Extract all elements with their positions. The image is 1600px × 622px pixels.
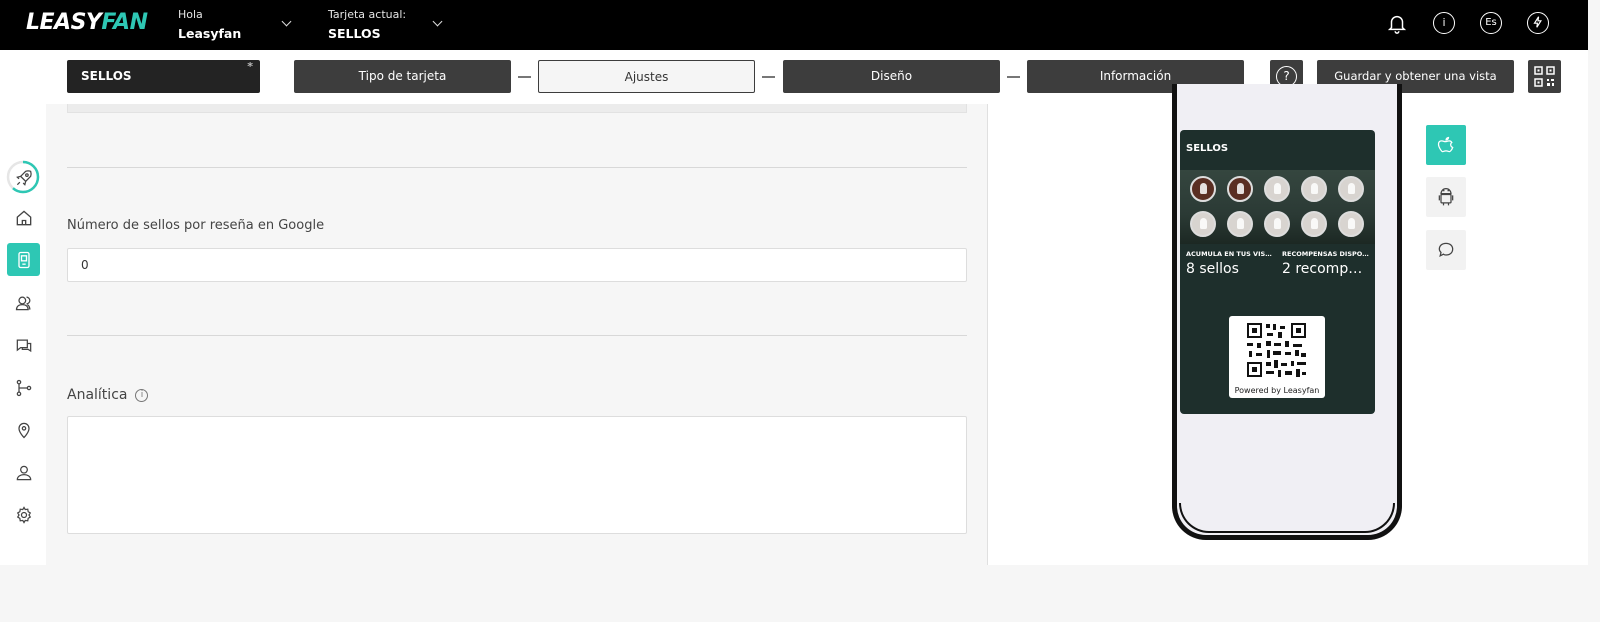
stamp-slot — [1264, 211, 1290, 237]
sidebar — [0, 104, 46, 565]
info-icon[interactable]: i — [1433, 12, 1455, 34]
stamp-slot — [1227, 211, 1253, 237]
top-bar: LEASYFAN Hola Leasyfan Tarjeta actual: S… — [0, 0, 1588, 50]
step-connector — [518, 76, 531, 78]
greeting-label: Hola — [178, 8, 203, 21]
step-label: Tipo de tarjeta — [358, 69, 447, 83]
pass-field-value: 2 recompensas — [1282, 261, 1370, 277]
wallet-pass: SELLOS ACUMULA EN TUS VISITAS 8 sellos R… — [1180, 130, 1375, 414]
step-connector — [1007, 76, 1020, 78]
stamp-slot — [1190, 211, 1216, 237]
analytics-textarea[interactable] — [67, 416, 967, 534]
chevron-down-icon[interactable] — [432, 16, 443, 27]
pass-qr-code: Powered by Leasyfan — [1229, 316, 1325, 398]
stamp-strip — [1180, 170, 1375, 244]
logo-text-b: FAN — [101, 10, 148, 35]
step-ajustes[interactable]: Ajustes — [538, 60, 755, 93]
bell-icon[interactable] — [1386, 12, 1408, 34]
card-name-field[interactable]: SELLOS * — [67, 60, 260, 93]
user-name: Leasyfan — [178, 26, 242, 41]
pass-preview-panel: SELLOS ACUMULA EN TUS VISITAS 8 sellos R… — [988, 84, 1588, 565]
step-label: Ajustes — [624, 70, 669, 84]
analytics-info-icon[interactable]: i — [135, 388, 149, 402]
card-name-value: SELLOS — [81, 69, 132, 83]
cards-icon[interactable] — [7, 243, 40, 276]
rocket-icon[interactable] — [7, 161, 40, 194]
settings-form: Número de sellos por reseña en Google 0 … — [46, 104, 988, 565]
stamp-slot — [1301, 211, 1327, 237]
stamp-slot — [1338, 211, 1364, 237]
user-selector[interactable]: Hola Leasyfan — [178, 8, 241, 41]
apple-icon[interactable] — [1426, 125, 1466, 165]
step-label: Información — [1099, 69, 1172, 83]
pass-field-label: ACUMULA EN TUS VISITAS — [1186, 250, 1274, 258]
stamp-slot — [1190, 176, 1216, 202]
stamp-slot — [1338, 176, 1364, 202]
language-label: Es — [1485, 17, 1497, 28]
card-selector-value: SELLOS — [328, 26, 381, 41]
qr-icon — [1534, 66, 1555, 87]
stamp-slot — [1264, 176, 1290, 202]
google-review-stamps-label: Número de sellos por reseña en Google — [67, 218, 325, 233]
powered-by-label: Powered by Leasyfan — [1234, 386, 1320, 395]
pass-field-value: 8 sellos — [1186, 261, 1239, 277]
chat-icon[interactable] — [7, 329, 40, 362]
flows-icon[interactable] — [7, 371, 40, 404]
qr-code-button[interactable] — [1528, 60, 1561, 93]
google-review-stamps-value: 0 — [81, 258, 89, 272]
stamp-slot — [1301, 176, 1327, 202]
help-glyph: ? — [1283, 69, 1290, 83]
language-icon[interactable]: Es — [1480, 12, 1502, 34]
android-icon[interactable] — [1426, 177, 1466, 217]
section-divider — [67, 335, 967, 336]
chevron-down-icon[interactable] — [281, 16, 292, 27]
pass-field-label: RECOMPENSAS DISPONIBLES — [1282, 250, 1370, 258]
settings-icon[interactable] — [7, 498, 40, 531]
app: LEASYFAN Hola Leasyfan Tarjeta actual: S… — [0, 0, 1588, 565]
bolt-icon[interactable] — [1527, 12, 1549, 34]
required-marker: * — [247, 60, 253, 73]
step-label: Diseño — [870, 69, 913, 83]
step-tipo-de-tarjeta[interactable]: Tipo de tarjeta — [294, 60, 511, 93]
pass-title: SELLOS — [1186, 143, 1229, 154]
card-selector-label: Tarjeta actual: — [328, 8, 407, 21]
logo-text-a: LEASY — [26, 10, 102, 35]
users-icon[interactable] — [7, 286, 40, 319]
section-divider — [67, 167, 967, 168]
logo[interactable]: LEASYFAN — [26, 10, 148, 35]
analytics-label: Analítica i — [67, 387, 149, 403]
card-selector[interactable]: Tarjeta actual: SELLOS — [328, 8, 406, 41]
analytics-label-text: Analítica — [67, 387, 128, 403]
previous-field[interactable] — [67, 104, 967, 113]
location-icon[interactable] — [7, 413, 40, 446]
step-diseno[interactable]: Diseño — [783, 60, 1000, 93]
step-connector — [762, 76, 775, 78]
google-review-stamps-input[interactable]: 0 — [67, 248, 967, 282]
message-icon[interactable] — [1426, 230, 1466, 270]
profile-icon[interactable] — [7, 456, 40, 489]
qr-code-image — [1247, 323, 1306, 377]
home-icon[interactable] — [7, 201, 40, 234]
stamp-slot — [1227, 176, 1253, 202]
